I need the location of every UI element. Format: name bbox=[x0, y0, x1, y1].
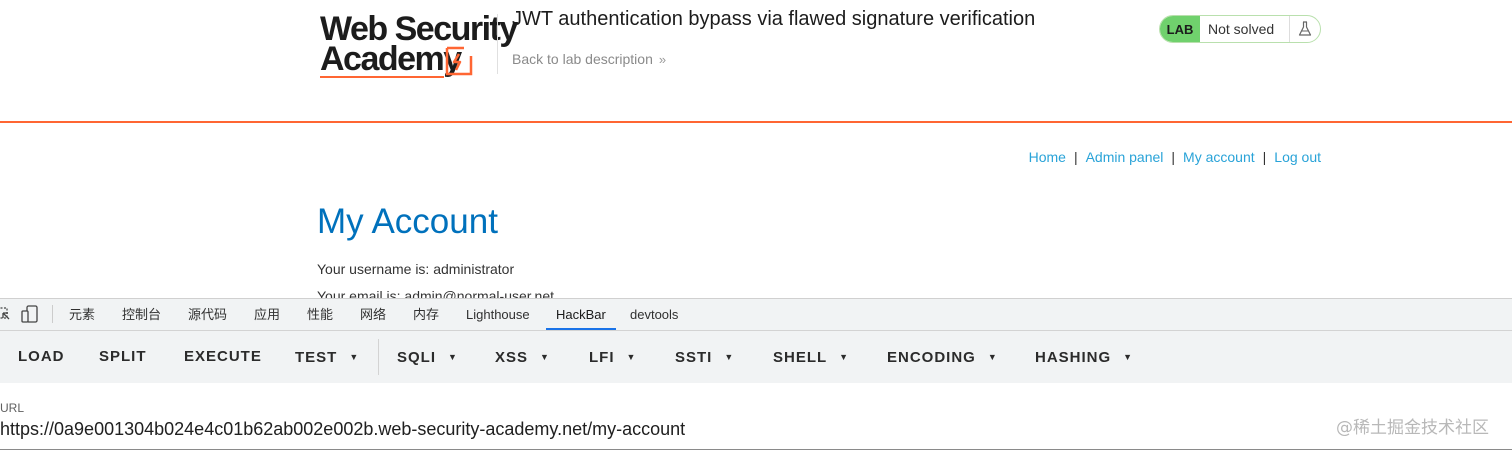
header-divider bbox=[497, 14, 498, 74]
tab-sources[interactable]: 源代码 bbox=[188, 299, 227, 330]
page: Web Security Academy JWT authentication … bbox=[0, 0, 1512, 450]
caret-down-icon: ▼ bbox=[724, 352, 735, 362]
caret-down-icon: ▼ bbox=[349, 352, 360, 362]
hackbar-toolbar: LOAD SPLIT EXECUTE TEST ▼ SQLI ▼ XSS ▼ LFI ▼… bbox=[0, 331, 1512, 383]
tab-application[interactable]: 应用 bbox=[254, 299, 280, 330]
load-button[interactable]: LOAD bbox=[18, 331, 65, 383]
back-to-lab-description-link[interactable]: Back to lab description » bbox=[512, 51, 666, 67]
test-dropdown-button[interactable]: TEST ▼ bbox=[295, 331, 359, 383]
top-navigation: Home | Admin panel | My account | Log out bbox=[1029, 149, 1321, 165]
device-toolbar-icon[interactable] bbox=[20, 305, 40, 323]
xss-dropdown-button[interactable]: XSS ▼ bbox=[495, 331, 550, 383]
encoding-label: ENCODING bbox=[887, 349, 976, 366]
devtools-tab-bar: 元素 控制台 源代码 应用 性能 网络 内存 Lighthouse HackBa… bbox=[0, 299, 1512, 331]
caret-down-icon: ▼ bbox=[448, 352, 458, 362]
url-input[interactable] bbox=[0, 416, 1330, 442]
hashing-label: HASHING bbox=[1035, 349, 1112, 366]
lab-badge: LAB bbox=[1160, 16, 1200, 42]
caret-down-icon: ▼ bbox=[540, 352, 550, 362]
tab-performance[interactable]: 性能 bbox=[307, 299, 333, 330]
watermark: @稀土掘金技术社区 bbox=[1336, 418, 1489, 438]
xss-label: XSS bbox=[495, 349, 529, 366]
lfi-dropdown-button[interactable]: LFI ▼ bbox=[589, 331, 636, 383]
lfi-label: LFI bbox=[589, 349, 615, 366]
shell-label: SHELL bbox=[773, 349, 828, 366]
logo-underline bbox=[320, 76, 444, 78]
tab-network[interactable]: 网络 bbox=[360, 299, 386, 330]
caret-down-icon: ▼ bbox=[987, 352, 998, 362]
caret-down-icon: ▼ bbox=[626, 352, 637, 362]
hackbar-divider bbox=[378, 339, 379, 375]
tab-devtools[interactable]: devtools bbox=[630, 299, 678, 330]
ssti-dropdown-button[interactable]: SSTI ▼ bbox=[675, 331, 734, 383]
sqli-label: SQLI bbox=[397, 349, 437, 366]
academy-header: Web Security Academy JWT authentication … bbox=[0, 0, 1512, 123]
nav-admin-panel-link[interactable]: Admin panel bbox=[1086, 149, 1164, 165]
flask-icon bbox=[1289, 16, 1320, 42]
url-label: URL bbox=[0, 401, 25, 415]
tab-hackbar[interactable]: HackBar bbox=[546, 299, 616, 330]
split-button[interactable]: SPLIT bbox=[99, 331, 147, 383]
tab-lighthouse[interactable]: Lighthouse bbox=[466, 299, 530, 330]
shell-dropdown-button[interactable]: SHELL ▼ bbox=[773, 331, 849, 383]
encoding-dropdown-button[interactable]: ENCODING ▼ bbox=[887, 331, 998, 383]
username-text: Your username is: administrator bbox=[317, 261, 515, 277]
lab-status-widget: LAB Not solved bbox=[1159, 15, 1321, 43]
tab-console[interactable]: 控制台 bbox=[122, 299, 161, 330]
nav-home-link[interactable]: Home bbox=[1029, 149, 1066, 165]
tab-elements[interactable]: 元素 bbox=[69, 299, 95, 330]
execute-button[interactable]: EXECUTE bbox=[184, 331, 262, 383]
nav-separator: | bbox=[1262, 149, 1267, 165]
lab-status-text: Not solved bbox=[1208, 21, 1275, 37]
caret-down-icon: ▼ bbox=[1123, 352, 1134, 362]
test-label: TEST bbox=[295, 349, 338, 366]
web-security-academy-logo[interactable]: Web Security Academy bbox=[318, 10, 518, 80]
nav-separator: | bbox=[1171, 149, 1176, 165]
page-title: My Account bbox=[317, 202, 498, 241]
hashing-dropdown-button[interactable]: HASHING ▼ bbox=[1035, 331, 1133, 383]
lab-title: JWT authentication bypass via flawed sig… bbox=[512, 8, 1036, 30]
back-link-label: Back to lab description bbox=[512, 51, 653, 67]
url-area: URL @稀土掘金技术社区 bbox=[0, 383, 1512, 450]
nav-log-out-link[interactable]: Log out bbox=[1274, 149, 1321, 165]
chevrons-right-icon: » bbox=[658, 52, 667, 67]
ssti-label: SSTI bbox=[675, 349, 713, 366]
nav-my-account-link[interactable]: My account bbox=[1183, 149, 1255, 165]
nav-separator: | bbox=[1073, 149, 1078, 165]
logo-text-line2: Academy bbox=[320, 40, 462, 78]
logo-bolt-icon bbox=[444, 46, 474, 76]
inspect-icon[interactable] bbox=[0, 305, 10, 323]
tab-memory[interactable]: 内存 bbox=[413, 299, 439, 330]
caret-down-icon: ▼ bbox=[839, 352, 850, 362]
devtools-toolbar-separator bbox=[52, 305, 53, 323]
devtools-panel: 元素 控制台 源代码 应用 性能 网络 内存 Lighthouse HackBa… bbox=[0, 298, 1512, 450]
header-orange-rule bbox=[0, 121, 1512, 123]
sqli-dropdown-button[interactable]: SQLI ▼ bbox=[397, 331, 458, 383]
